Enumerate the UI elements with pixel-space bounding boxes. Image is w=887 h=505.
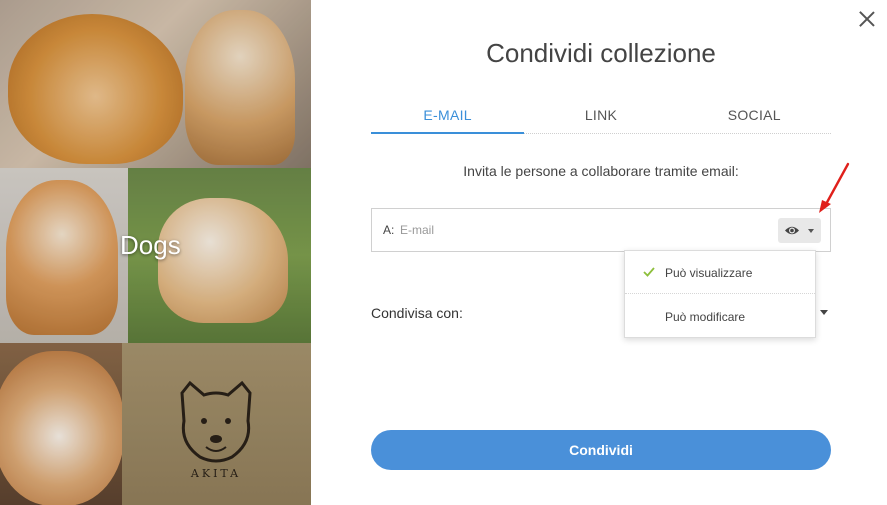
menu-item-label: Può visualizzare (665, 266, 753, 280)
shared-with-label: Condivisa con: (371, 305, 463, 321)
email-field[interactable] (400, 219, 770, 241)
menu-item-label: Può modificare (665, 310, 746, 324)
chevron-down-icon[interactable] (820, 310, 828, 315)
permission-dropdown-button[interactable] (778, 218, 821, 243)
menu-item-can-edit[interactable]: Può modificare (625, 295, 815, 338)
share-button[interactable]: Condividi (371, 430, 831, 470)
permission-menu: Può visualizzare Può modificare (624, 250, 816, 338)
close-icon[interactable] (856, 8, 878, 30)
share-tabs: E-MAIL LINK SOCIAL (371, 98, 831, 134)
invite-instructions: Invita le persone a collaborare tramite … (463, 163, 739, 179)
dialog-title: Condividi collezione (486, 38, 716, 68)
tab-link[interactable]: LINK (524, 98, 677, 133)
tab-email[interactable]: E-MAIL (371, 98, 525, 134)
menu-item-can-view[interactable]: Può visualizzare (625, 251, 815, 294)
collection-name: Dogs (120, 230, 181, 260)
check-icon (643, 267, 655, 277)
chevron-down-icon (808, 229, 814, 233)
eye-icon (785, 226, 799, 235)
email-field-container: A: (371, 208, 831, 252)
collection-cover: AKITA Dogs (0, 0, 311, 505)
to-label: A: (383, 223, 395, 237)
annotation-arrow-icon (819, 162, 850, 213)
tab-social[interactable]: SOCIAL (678, 98, 831, 133)
